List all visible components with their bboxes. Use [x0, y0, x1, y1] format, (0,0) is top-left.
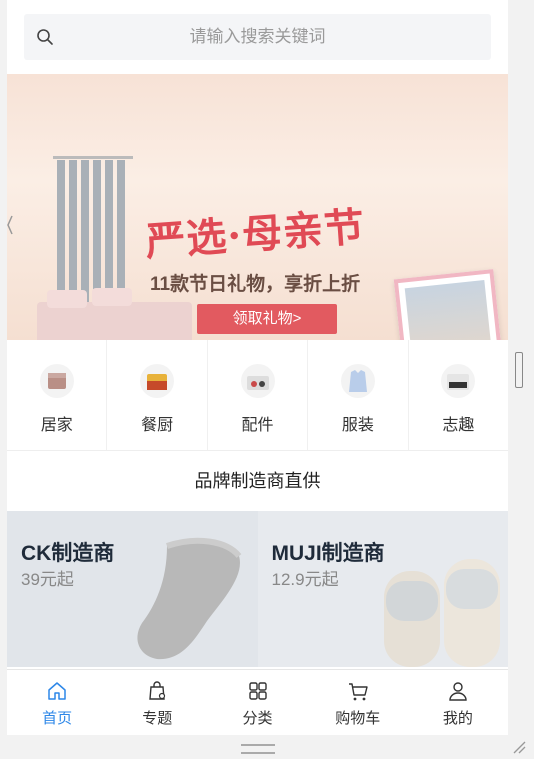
photo-frame-image: [393, 269, 505, 340]
sock-image: [137, 537, 242, 660]
tab-label: 购物车: [335, 710, 381, 727]
promo-banner[interactable]: 严选·母亲节 11款节日礼物，享折上折 领取礼物>: [7, 74, 508, 340]
tab-profile[interactable]: 我的: [408, 670, 508, 735]
category-label: 配件: [241, 417, 274, 434]
category-label: 居家: [40, 417, 73, 434]
category-item-home[interactable]: 居家: [7, 340, 108, 450]
category-item-clothing[interactable]: 服装: [308, 340, 409, 450]
app-screen: 严选·母亲节 11款节日礼物，享折上折 领取礼物> 居家 餐厨 配件: [7, 0, 508, 735]
tab-topic[interactable]: 专题: [107, 670, 207, 735]
banner-subtitle: 11款节日礼物，享折上折: [150, 274, 361, 295]
category-label: 服装: [341, 417, 374, 434]
tab-label: 我的: [442, 710, 473, 727]
accessory-icon: [240, 364, 275, 398]
bottom-tab-bar: 首页 专题 分类 购物车 我的: [7, 669, 508, 735]
tab-label: 分类: [242, 710, 273, 727]
banner-title: 严选·母亲节: [143, 203, 367, 266]
user-icon: [449, 682, 467, 701]
hobby-icon: [441, 364, 476, 398]
tab-cart[interactable]: 购物车: [308, 670, 408, 735]
brand-price: 12.9元起: [271, 570, 339, 589]
home-icon: [48, 682, 66, 700]
category-item-accessory[interactable]: 配件: [208, 340, 309, 450]
topic-bag-icon: [149, 681, 166, 700]
search-input[interactable]: [24, 14, 491, 60]
home-goods-icon: [39, 364, 74, 398]
clothing-icon: [340, 364, 375, 398]
tab-label: 专题: [142, 710, 173, 727]
cart-icon: [348, 683, 368, 701]
category-label: 餐厨: [141, 417, 174, 434]
brand-name: MUJI制造商: [271, 542, 385, 565]
brand-price: 39元起: [21, 570, 74, 589]
scrollbar-thumb[interactable]: [515, 352, 523, 388]
search-box[interactable]: [24, 14, 491, 60]
category-item-kitchen[interactable]: 餐厨: [107, 340, 208, 450]
tab-label: 首页: [42, 710, 73, 727]
tab-category[interactable]: 分类: [207, 670, 307, 735]
tab-home[interactable]: 首页: [7, 670, 107, 735]
brand-name: CK制造商: [21, 542, 115, 565]
category-nav: 居家 餐厨 配件 服装 志趣: [7, 340, 508, 451]
chevron-left-icon[interactable]: [7, 214, 13, 236]
resize-grip-icon[interactable]: [512, 740, 526, 754]
brand-list: CK制造商 39元起 MUJI制造商 12.9元起: [7, 511, 508, 667]
claim-gift-button[interactable]: 领取礼物>: [197, 304, 337, 334]
search-bar: [7, 0, 508, 74]
category-item-hobby[interactable]: 志趣: [409, 340, 508, 450]
category-label: 志趣: [442, 417, 475, 434]
section-title: 品牌制造商直供: [194, 471, 321, 491]
slipper-image: [383, 559, 500, 667]
brand-card-muji[interactable]: MUJI制造商 12.9元起: [257, 511, 508, 667]
brand-card-ck[interactable]: CK制造商 39元起: [7, 511, 258, 667]
category-grid-icon: [248, 682, 267, 700]
kitchen-icon: [140, 364, 175, 398]
drag-handle-icon[interactable]: [241, 744, 275, 754]
